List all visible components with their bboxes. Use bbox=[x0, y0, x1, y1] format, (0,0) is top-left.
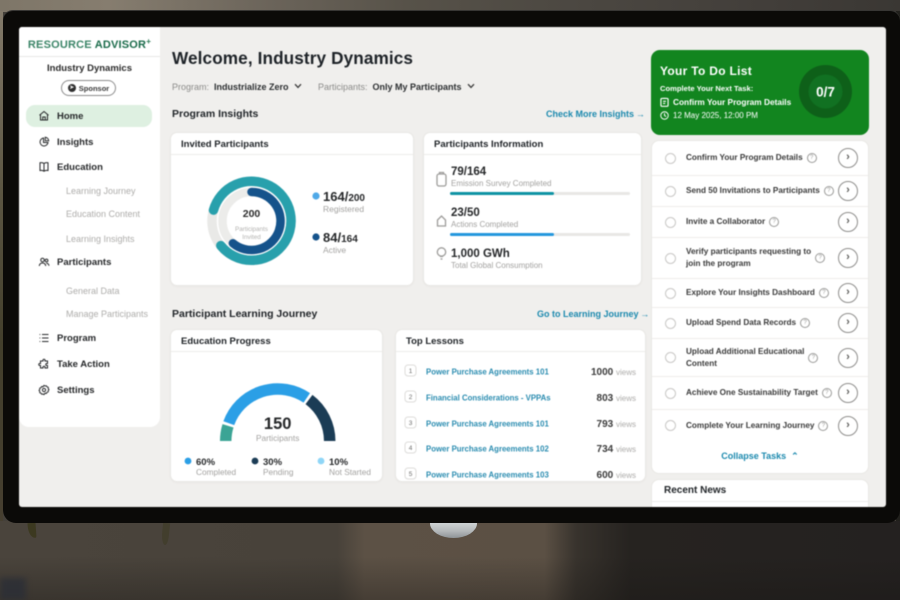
svg-text:23/50: 23/50 bbox=[451, 207, 480, 219]
svg-text:2: 2 bbox=[409, 394, 413, 401]
svg-text:803 views: 803 views bbox=[597, 393, 636, 404]
svg-text:Completed: Completed bbox=[196, 467, 237, 477]
svg-text:600 views: 600 views bbox=[597, 470, 636, 481]
svg-text:3: 3 bbox=[409, 420, 413, 427]
svg-text:Not Started: Not Started bbox=[329, 467, 371, 477]
svg-text:Power Purchase Agreements 101: Power Purchase Agreements 101 bbox=[426, 420, 549, 429]
svg-text:Registered: Registered bbox=[323, 204, 364, 214]
svg-text:1,000 GWh: 1,000 GWh bbox=[451, 248, 510, 260]
svg-text:734 views: 734 views bbox=[597, 444, 636, 455]
svg-text:Power Purchase Agreements 101: Power Purchase Agreements 101 bbox=[426, 368, 549, 377]
svg-text:1000 views: 1000 views bbox=[591, 367, 636, 378]
svg-text:Emission Survey Completed: Emission Survey Completed bbox=[451, 179, 551, 188]
svg-text:793 views: 793 views bbox=[597, 419, 636, 430]
svg-text:Active: Active bbox=[323, 245, 346, 255]
svg-text:150: 150 bbox=[264, 415, 292, 433]
svg-text:Participants: Participants bbox=[256, 433, 299, 443]
svg-text:200: 200 bbox=[243, 208, 261, 220]
svg-text:4: 4 bbox=[409, 445, 413, 452]
svg-text:Power Purchase Agreements 102: Power Purchase Agreements 102 bbox=[426, 445, 549, 454]
svg-text:Actions Completed: Actions Completed bbox=[451, 220, 518, 229]
svg-text:Participants: Participants bbox=[235, 226, 268, 233]
svg-text:Pending: Pending bbox=[263, 467, 294, 477]
svg-text:84/164: 84/164 bbox=[323, 230, 358, 245]
svg-text:164/200: 164/200 bbox=[323, 189, 365, 204]
svg-text:Financial Considerations - VPP: Financial Considerations - VPPAs bbox=[426, 394, 551, 403]
svg-text:79/164: 79/164 bbox=[451, 166, 487, 178]
svg-text:1: 1 bbox=[409, 368, 413, 375]
svg-text:Power Purchase Agreements 103: Power Purchase Agreements 103 bbox=[426, 471, 549, 480]
svg-text:5: 5 bbox=[409, 471, 413, 478]
svg-text:0/7: 0/7 bbox=[816, 85, 835, 100]
svg-text:Invited: Invited bbox=[242, 234, 261, 241]
svg-text:Total Global Consumption: Total Global Consumption bbox=[451, 261, 543, 270]
